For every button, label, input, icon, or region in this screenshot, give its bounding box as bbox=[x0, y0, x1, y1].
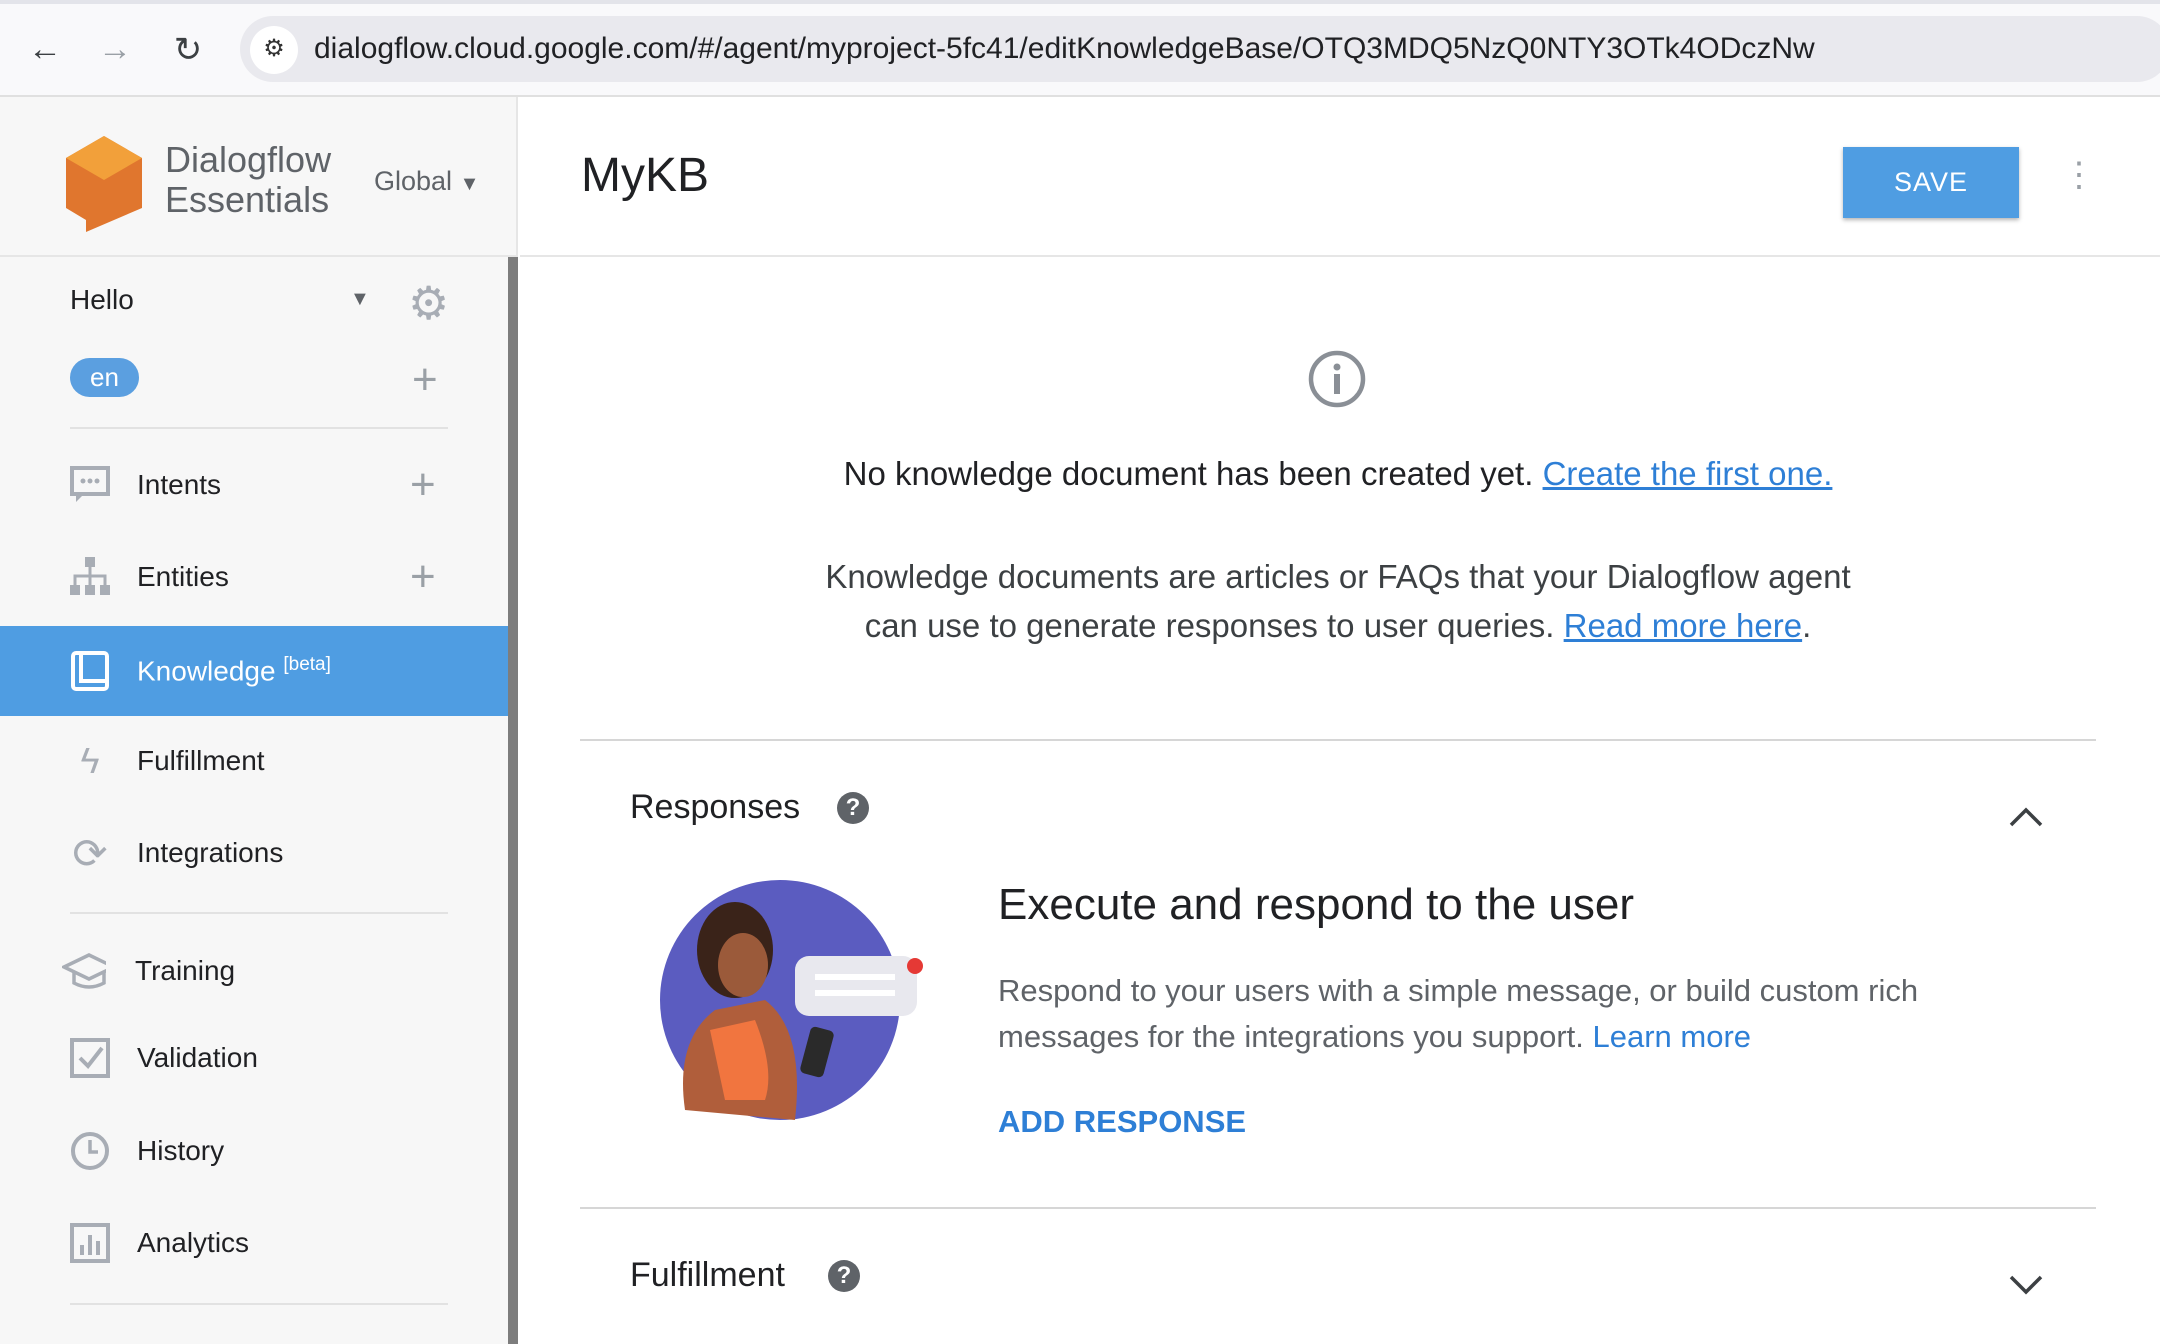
divider bbox=[580, 739, 2096, 741]
help-icon[interactable]: ? bbox=[837, 792, 869, 824]
chat-icon bbox=[68, 463, 112, 507]
settings-gear-icon[interactable]: ⚙ bbox=[408, 276, 449, 330]
empty-state-description: Knowledge documents are articles or FAQs… bbox=[825, 558, 1851, 644]
caret-down-icon: ▼ bbox=[459, 173, 480, 195]
page-title: MyKB bbox=[581, 149, 710, 202]
sidebar-item-fulfillment[interactable]: ϟ Fulfillment bbox=[0, 716, 508, 806]
language-badge[interactable]: en bbox=[70, 358, 139, 397]
more-options-icon[interactable]: ⋮ bbox=[2062, 155, 2096, 199]
responses-heading: Execute and respond to the user bbox=[998, 880, 1634, 929]
help-icon[interactable]: ? bbox=[828, 1260, 860, 1292]
responses-description: Respond to your users with a simple mess… bbox=[998, 973, 1919, 1054]
graduation-cap-icon bbox=[62, 949, 106, 993]
responses-title: Responses bbox=[630, 788, 801, 826]
agent-dropdown-icon[interactable]: ▼ bbox=[350, 288, 370, 311]
back-icon[interactable]: ← bbox=[25, 30, 65, 69]
checkbox-icon bbox=[68, 1036, 112, 1080]
sidebar-item-training[interactable]: Training bbox=[0, 926, 508, 1016]
sidebar-item-integrations[interactable]: ⟳ Integrations bbox=[0, 808, 508, 898]
save-button[interactable]: SAVE bbox=[1843, 147, 2019, 218]
sidebar-item-validation[interactable]: Validation bbox=[0, 1013, 508, 1103]
add-intent-icon[interactable]: + bbox=[410, 460, 436, 510]
region-selector[interactable]: Global ▼ bbox=[374, 166, 479, 197]
sidebar-item-analytics[interactable]: Analytics bbox=[0, 1198, 508, 1288]
site-settings-icon[interactable]: ⚙ bbox=[250, 26, 298, 74]
hierarchy-icon bbox=[68, 555, 112, 599]
divider bbox=[70, 1303, 448, 1305]
create-first-link[interactable]: Create the first one. bbox=[1543, 455, 1833, 492]
sidebar-item-history[interactable]: History bbox=[0, 1106, 508, 1196]
empty-state-message: No knowledge document has been created y… bbox=[843, 455, 1833, 492]
brand-name: Dialogflow Essentials bbox=[165, 139, 332, 220]
clock-icon bbox=[68, 1129, 112, 1173]
divider bbox=[580, 1207, 2096, 1209]
fulfillment-title: Fulfillment bbox=[630, 1256, 785, 1294]
chevron-down-icon[interactable] bbox=[2008, 1274, 2044, 1296]
divider bbox=[70, 427, 448, 429]
responses-illustration bbox=[660, 880, 923, 1120]
bar-chart-icon bbox=[68, 1221, 112, 1265]
info-icon bbox=[1308, 350, 1366, 408]
reload-icon[interactable]: ↻ bbox=[168, 30, 208, 70]
sidebar-scrollbar[interactable] bbox=[508, 257, 518, 1344]
agent-name[interactable]: Hello bbox=[70, 284, 134, 316]
sidebar-item-intents[interactable]: Intents + bbox=[0, 440, 508, 530]
learn-more-link[interactable]: Learn more bbox=[1593, 1019, 1752, 1054]
forward-icon[interactable]: → bbox=[95, 30, 135, 69]
sidebar-item-entities[interactable]: Entities + bbox=[0, 532, 508, 622]
lightning-icon: ϟ bbox=[80, 740, 100, 781]
sidebar-item-knowledge[interactable]: Knowledge [beta] bbox=[0, 626, 508, 716]
chevron-up-icon[interactable] bbox=[2008, 806, 2044, 828]
divider bbox=[70, 912, 448, 914]
add-language-icon[interactable]: + bbox=[412, 355, 438, 405]
url-text[interactable]: dialogflow.cloud.google.com/#/agent/mypr… bbox=[314, 32, 1815, 66]
dialogflow-logo-icon bbox=[66, 136, 142, 232]
add-entity-icon[interactable]: + bbox=[410, 552, 436, 602]
book-icon bbox=[68, 649, 112, 693]
read-more-link[interactable]: Read more here bbox=[1564, 607, 1802, 644]
sync-icon: ⟳ bbox=[72, 829, 108, 877]
add-response-button[interactable]: ADD RESPONSE bbox=[998, 1104, 1246, 1140]
